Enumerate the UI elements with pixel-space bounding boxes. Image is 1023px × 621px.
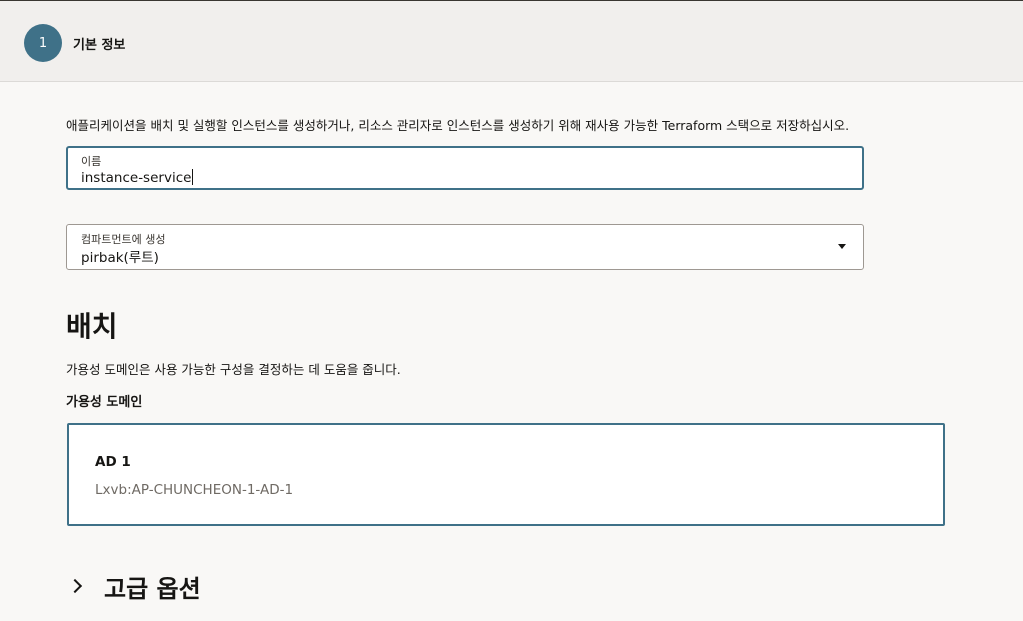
advanced-options-label: 고급 옵션 <box>104 574 201 603</box>
intro-text: 애플리케이션을 배치 및 실행할 인스턴스를 생성하거나, 리소스 관리자로 인… <box>66 118 850 133</box>
compartment-select-label: 컴파트먼트에 생성 <box>81 233 166 246</box>
availability-domain-label: 가용성 도메인 <box>66 395 143 410</box>
placement-section-title: 배치 <box>66 310 118 343</box>
ad-name: AD 1 <box>95 454 131 470</box>
advanced-options-toggle[interactable]: 고급 옵션 <box>66 568 201 604</box>
compartment-select-value: pirbak(루트) <box>81 250 159 266</box>
chevron-right-icon[interactable] <box>67 578 83 594</box>
text-cursor <box>192 169 194 185</box>
name-input[interactable]: instance-service <box>81 169 194 186</box>
placement-description: 가용성 도메인은 사용 가능한 구성을 결정하는 데 도움을 줍니다. <box>66 362 401 377</box>
name-field[interactable]: 이름 instance-service <box>66 146 864 190</box>
chevron-down-icon[interactable] <box>838 244 846 249</box>
step-title: 기본 정보 <box>73 38 126 53</box>
name-field-label: 이름 <box>81 155 102 168</box>
name-input-value: instance-service <box>81 170 192 186</box>
compartment-select[interactable]: 컴파트먼트에 생성 pirbak(루트) <box>66 224 864 270</box>
availability-domain-card[interactable]: AD 1 Lxvb:AP-CHUNCHEON-1-AD-1 <box>67 423 945 526</box>
step-number: 1 <box>38 35 48 51</box>
ad-id: Lxvb:AP-CHUNCHEON-1-AD-1 <box>95 482 294 498</box>
step-header: 1 기본 정보 <box>0 1 1023 82</box>
step-number-badge: 1 <box>24 24 62 62</box>
